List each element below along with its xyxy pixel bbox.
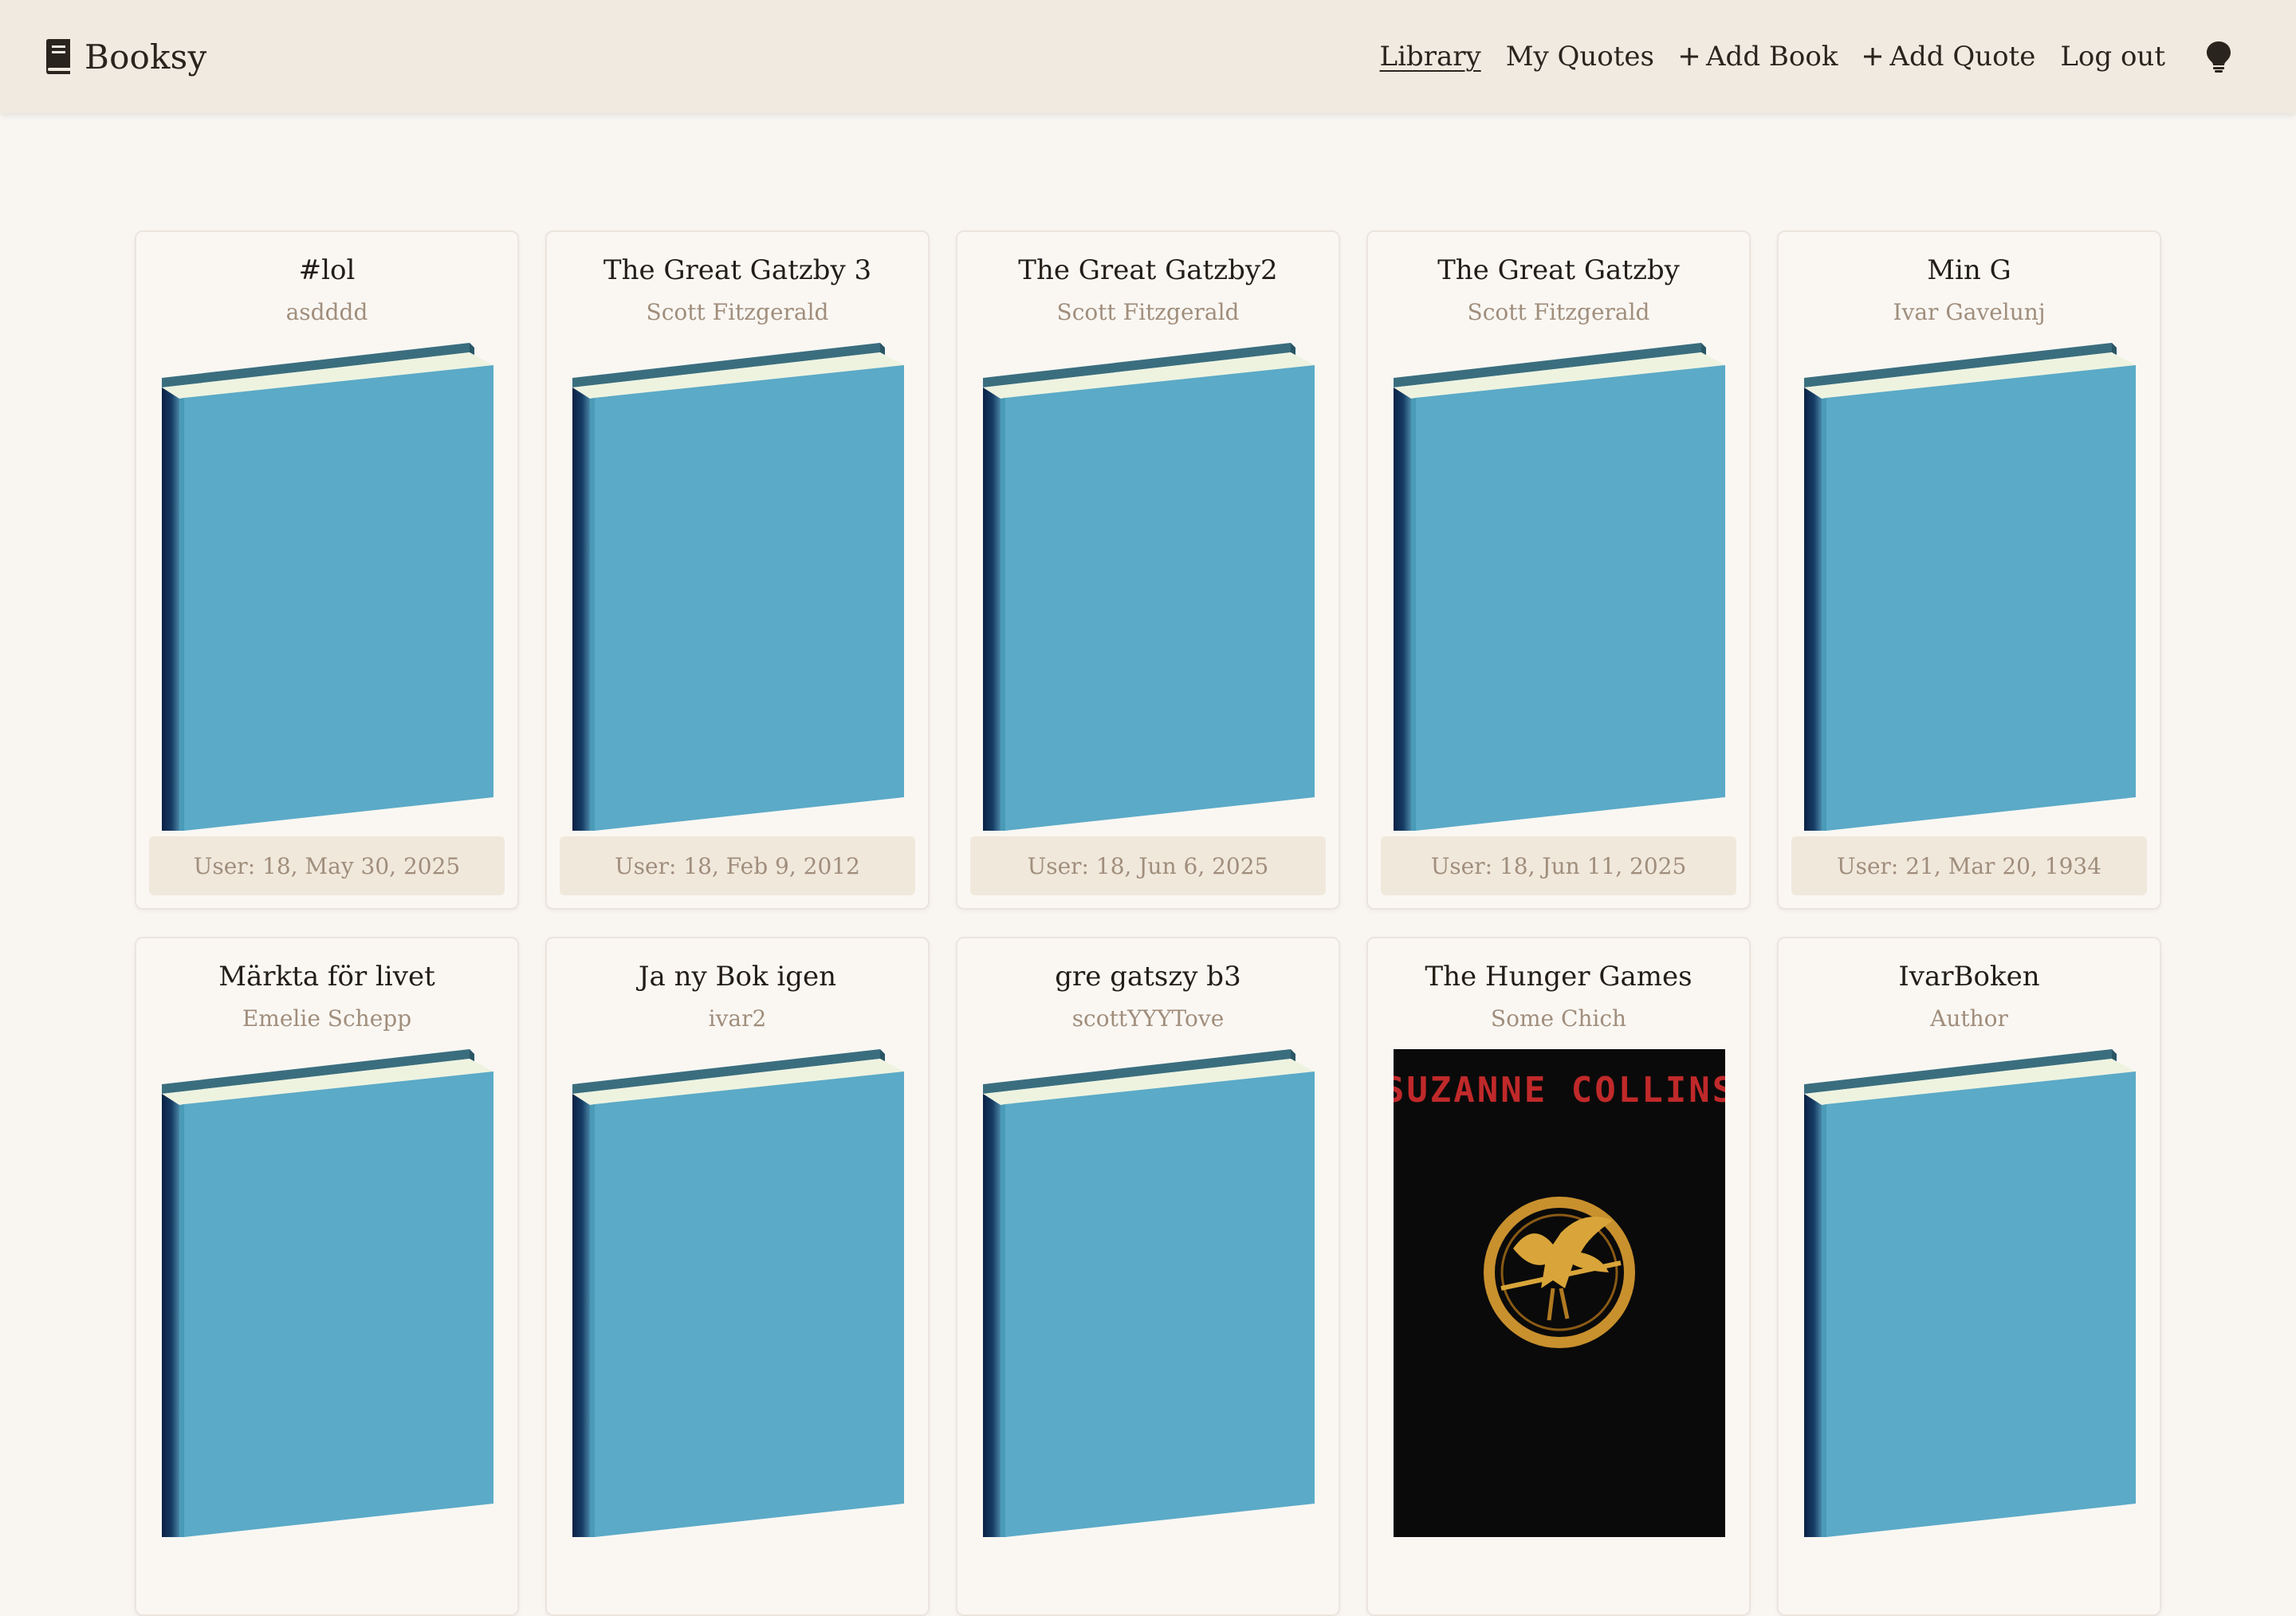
book-meta: User: 18, May 30, 2025 bbox=[149, 836, 505, 895]
book-cover-placeholder-icon bbox=[983, 1049, 1315, 1537]
book-card[interactable]: Min G Ivar Gavelunj User: 21, Mar 20, 193… bbox=[1777, 230, 2161, 910]
nav-add-book[interactable]: Add Book bbox=[1679, 41, 1838, 73]
book-cover-placeholder-icon bbox=[1394, 343, 1725, 831]
book-author: Ivar Gavelunj bbox=[1893, 299, 2046, 325]
book-card[interactable]: #lol asdddd User: 18, May 30, 2025 bbox=[135, 230, 519, 910]
book-card[interactable]: The Great Gatzby 3 Scott Fitzgerald User:… bbox=[545, 230, 930, 910]
book-cover-placeholder-icon bbox=[572, 1049, 904, 1537]
book-cover[interactable] bbox=[572, 1049, 904, 1537]
book-card[interactable]: Ja ny Bok igen ivar2 bbox=[545, 937, 930, 1616]
book-author: Author bbox=[1930, 1005, 2008, 1032]
book-cover-placeholder-icon bbox=[162, 343, 493, 831]
lightbulb-icon[interactable] bbox=[2205, 41, 2232, 73]
book-cover[interactable] bbox=[162, 343, 493, 831]
nav-add-book-label: Add Book bbox=[1706, 41, 1838, 73]
book-title: Märkta för livet bbox=[218, 961, 435, 993]
book-title: The Great Gatzby 3 bbox=[603, 254, 872, 286]
book-cover[interactable]: SUZANNE COLLINS bbox=[1394, 1049, 1725, 1537]
book-meta: User: 18, Jun 11, 2025 bbox=[1381, 836, 1736, 895]
book-author: Scott Fitzgerald bbox=[646, 299, 829, 325]
nav-menu: Library My Quotes Add Book Add Quote Log… bbox=[1379, 30, 2232, 83]
book-title: IvarBoken bbox=[1898, 961, 2040, 993]
book-cover[interactable] bbox=[1804, 343, 2136, 831]
book-cover-placeholder-icon bbox=[983, 343, 1315, 831]
book-author: Scott Fitzgerald bbox=[1056, 299, 1240, 325]
book-card[interactable]: gre gatszy b3 scottYYYTove bbox=[956, 937, 1340, 1616]
book-cover[interactable] bbox=[983, 1049, 1315, 1537]
book-cover[interactable] bbox=[162, 1049, 493, 1537]
book-author: Some Chich bbox=[1490, 1005, 1627, 1032]
book-title: #lol bbox=[298, 254, 356, 286]
book-cover-placeholder-icon bbox=[572, 343, 904, 831]
book-title: Ja ny Bok igen bbox=[638, 961, 837, 993]
nav-logout[interactable]: Log out bbox=[2060, 41, 2165, 73]
book-author: scottYYYTove bbox=[1071, 1005, 1225, 1032]
brand-name: Booksy bbox=[85, 37, 207, 77]
book-card[interactable]: The Great Gatzby2 Scott Fitzgerald User: … bbox=[956, 230, 1340, 910]
book-author: asdddd bbox=[285, 299, 368, 325]
book-author: Scott Fitzgerald bbox=[1467, 299, 1650, 325]
nav-add-quote[interactable]: Add Quote bbox=[1862, 41, 2035, 73]
book-card[interactable]: IvarBoken Author bbox=[1777, 937, 2161, 1616]
book-author: ivar2 bbox=[708, 1005, 767, 1032]
navbar: Booksy Library My Quotes Add Book Add Qu… bbox=[0, 0, 2296, 113]
plus-icon bbox=[1864, 48, 1882, 65]
book-icon bbox=[46, 39, 70, 74]
book-meta: User: 18, Jun 6, 2025 bbox=[970, 836, 1326, 895]
book-cover[interactable] bbox=[983, 343, 1315, 831]
book-card[interactable]: The Hunger Games Some Chich SUZANNE COLLI… bbox=[1366, 937, 1751, 1616]
book-title: The Hunger Games bbox=[1425, 961, 1693, 993]
book-cover-placeholder-icon bbox=[1804, 343, 2136, 831]
book-title: gre gatszy b3 bbox=[1055, 961, 1241, 993]
hunger-games-cover-image: SUZANNE COLLINS bbox=[1394, 1049, 1725, 1537]
nav-my-quotes[interactable]: My Quotes bbox=[1506, 41, 1654, 73]
book-meta: User: 18, Feb 9, 2012 bbox=[560, 836, 915, 895]
book-title: The Great Gatzby bbox=[1437, 254, 1680, 286]
book-cover-placeholder-icon bbox=[162, 1049, 493, 1537]
book-author: Emelie Schepp bbox=[242, 1005, 412, 1032]
cover-author-text: SUZANNE COLLINS bbox=[1394, 1070, 1725, 1111]
nav-library[interactable]: Library bbox=[1379, 41, 1480, 73]
book-meta: User: 21, Mar 20, 1934 bbox=[1791, 836, 2147, 895]
brand-link[interactable]: Booksy bbox=[43, 30, 206, 83]
plus-icon bbox=[1681, 48, 1698, 65]
book-cover[interactable] bbox=[1804, 1049, 2136, 1537]
book-title: The Great Gatzby2 bbox=[1018, 254, 1278, 286]
nav-add-quote-label: Add Quote bbox=[1889, 41, 2036, 73]
book-cover[interactable] bbox=[572, 343, 904, 831]
book-grid: #lol asdddd User: 18, May 30, 2025 The Gre… bbox=[135, 230, 2161, 1616]
book-title: Min G bbox=[1927, 254, 2011, 286]
book-cover-placeholder-icon bbox=[1804, 1049, 2136, 1537]
book-card[interactable]: The Great Gatzby Scott Fitzgerald User: 1… bbox=[1366, 230, 1751, 910]
book-card[interactable]: Märkta för livet Emelie Schepp bbox=[135, 937, 519, 1616]
book-cover[interactable] bbox=[1394, 343, 1725, 831]
